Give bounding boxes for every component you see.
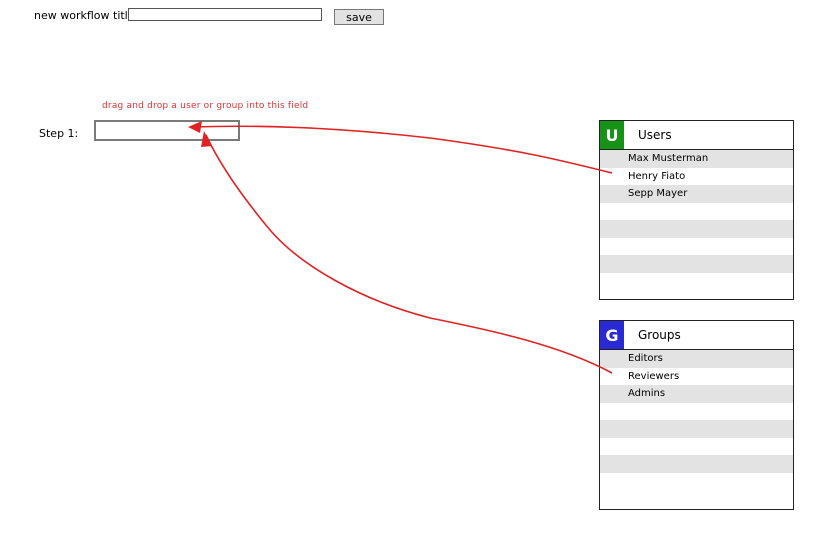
user-item [600,237,793,255]
user-item[interactable]: Sepp Mayer [600,185,793,203]
arrow-group-to-field [205,134,613,374]
group-item[interactable]: Editors [600,350,793,368]
group-item[interactable]: Reviewers [600,367,793,385]
drop-hint: drag and drop a user or group into this … [102,101,309,111]
user-item[interactable]: Henry Fiato [600,167,793,185]
group-item [600,437,793,455]
users-badge-icon: U [600,121,624,149]
groups-badge-icon: G [600,321,624,349]
group-item [600,472,793,490]
groups-list: Editors Reviewers Admins [600,350,793,490]
user-item [600,272,793,290]
workflow-title-label: new workflow title: [34,9,139,22]
groups-panel-title: Groups [638,328,681,342]
groups-panel-header: G Groups [600,321,793,350]
user-item [600,202,793,220]
group-item[interactable]: Admins [600,385,793,403]
group-item [600,420,793,438]
user-item [600,255,793,273]
users-panel-title: Users [638,128,672,142]
users-list: Max Musterman Henry Fiato Sepp Mayer [600,150,793,290]
user-item[interactable]: Max Musterman [600,150,793,168]
save-button[interactable]: save [334,9,384,25]
group-item [600,455,793,473]
workflow-title-input[interactable] [128,8,322,21]
users-panel: U Users Max Musterman Henry Fiato Sepp M… [599,120,794,300]
step-1-drop-field[interactable] [94,120,240,141]
arrow-user-to-field [191,125,613,174]
users-panel-header: U Users [600,121,793,150]
groups-panel: G Groups Editors Reviewers Admins [599,320,794,510]
step-1-label: Step 1: [39,127,79,140]
user-item [600,220,793,238]
group-item [600,402,793,420]
